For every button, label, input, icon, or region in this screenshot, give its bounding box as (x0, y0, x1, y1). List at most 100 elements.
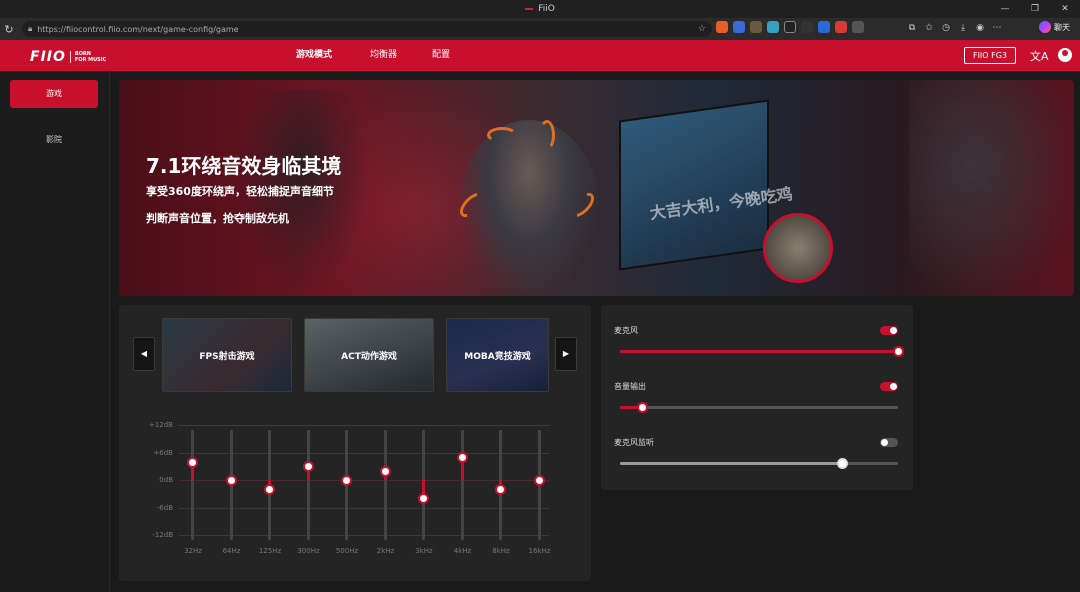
address-bar[interactable]: 🔒︎ https://fiiocontrol.fiio.com/next/gam… (22, 21, 712, 37)
eq-band-track[interactable] (306, 430, 310, 540)
arrow-left-icon: ◀ (140, 349, 148, 358)
download-icon[interactable]: ⤓ (957, 21, 969, 35)
mode-card-label: FPS射击游戏 (199, 351, 255, 362)
eq-db-label: 0dB (159, 476, 173, 484)
favorites-icon[interactable]: ✩ (923, 21, 935, 35)
slider-fill (620, 350, 898, 353)
extension-icon[interactable] (750, 21, 762, 33)
audio-controls-panel: 麦克风 音量输出 麦克风监听 (601, 305, 913, 490)
window-controls: — ❐ ✕ (990, 0, 1080, 18)
control-toggle[interactable] (880, 438, 898, 447)
extension-icon[interactable] (716, 21, 728, 33)
chat-button[interactable]: 聊天 (1039, 21, 1070, 33)
close-icon[interactable]: ✕ (1050, 0, 1080, 18)
eq-band-knob[interactable] (264, 484, 275, 496)
restore-icon[interactable]: ❐ (1020, 0, 1050, 18)
user-icon[interactable] (1058, 48, 1072, 62)
eq-band-knob[interactable] (379, 465, 391, 477)
profile-icon[interactable]: ◉ (974, 21, 986, 35)
eq-gridline (179, 452, 549, 454)
nav-config[interactable]: 配置 (432, 40, 450, 71)
eq-db-label: -12dB (152, 531, 173, 539)
extension-icon[interactable] (835, 21, 847, 33)
extension-icon[interactable] (767, 21, 779, 33)
eq-freq-label: 4kHz (453, 547, 472, 555)
arrow-right-icon: ▶ (562, 349, 570, 358)
extension-icon[interactable] (818, 21, 830, 33)
star-icon[interactable]: ☆ (698, 24, 706, 34)
eq-band-knob[interactable] (341, 475, 352, 486)
extension-icon[interactable] (852, 21, 864, 33)
eq-band-track[interactable] (191, 430, 194, 540)
sidebar-item-game[interactable]: 游戏 (10, 80, 98, 108)
eq-freq-label: 64Hz (222, 547, 241, 555)
history-icon[interactable]: ◷ (940, 21, 952, 35)
control-slider[interactable] (620, 458, 898, 469)
eq-band-knob[interactable] (495, 484, 506, 496)
eq-band-knob[interactable] (187, 456, 198, 468)
prev-button[interactable]: ◀ (133, 337, 155, 371)
banner-line-1: 享受360度环绕声，轻松捕捉声音细节 (146, 185, 334, 198)
sound-wave-icon (539, 120, 555, 150)
eq-band-knob[interactable] (418, 493, 429, 505)
logo-tagline: BORN FOR MUSIC (75, 51, 106, 63)
eq-freq-label: 300Hz (297, 547, 320, 555)
eq-freq-label: 3kHz (415, 547, 433, 555)
copilot-icon (1039, 21, 1051, 33)
control-label: 麦克风监听 (614, 438, 654, 447)
browser-toolbar: ↻ 🔒︎ https://fiiocontrol.fiio.com/next/g… (0, 18, 1080, 40)
nav-equalizer[interactable]: 均衡器 (370, 40, 397, 71)
extension-icon[interactable] (784, 21, 796, 33)
mode-card-label: MOBA竞技游戏 (464, 351, 531, 362)
mode-card-act[interactable]: ACT动作游戏 (304, 318, 434, 392)
more-icon[interactable]: ⋯ (991, 21, 1003, 35)
eq-freq-label: 125Hz (258, 547, 282, 555)
game-badge-image (763, 213, 833, 283)
extension-icon[interactable] (801, 21, 813, 33)
chat-label: 聊天 (1054, 22, 1070, 32)
fiio-logo: FIIO BORN FOR MUSIC (30, 49, 106, 65)
minimize-icon[interactable]: — (990, 0, 1020, 18)
sidebar-item-cinema[interactable]: 影院 (10, 126, 98, 154)
slider-fill (620, 462, 843, 465)
device-button[interactable]: FIIO FG3 (964, 47, 1016, 64)
eq-band-track[interactable] (383, 430, 387, 540)
logo-text: FIIO (30, 49, 66, 65)
mode-card-moba[interactable]: MOBA竞技游戏 (446, 318, 549, 392)
main-content: 大吉大利，今晚吃鸡 7.1环绕音效身临其境 享受360度环绕声，轻松捕捉声音细节… (110, 71, 1080, 592)
slider-knob[interactable] (637, 402, 649, 413)
reload-icon[interactable]: ↻ (0, 23, 18, 36)
monitor-image (619, 99, 769, 271)
logo-divider (69, 51, 71, 63)
control-slider[interactable] (620, 346, 904, 357)
eq-band-knob[interactable] (302, 461, 314, 473)
translate-icon[interactable]: 文A (1030, 48, 1049, 64)
eq-band-track[interactable] (460, 430, 464, 540)
app-header: FIIO BORN FOR MUSIC 游戏模式 均衡器 配置 FIIO FG3… (0, 40, 1080, 71)
banner-line-2: 判断声音位置，抢夺制敌先机 (146, 212, 289, 225)
extension-icon[interactable] (733, 21, 745, 33)
mode-card-fps[interactable]: FPS射击游戏 (162, 318, 292, 392)
window-titlebar: FiiO — ❐ ✕ (0, 0, 1080, 18)
mode-card-label: ACT动作游戏 (341, 351, 397, 362)
toggle-knob (890, 327, 897, 334)
eq-band-knob[interactable] (533, 475, 545, 486)
eq-gridline (179, 535, 549, 536)
eq-band-knob[interactable] (225, 475, 237, 486)
control-label: 音量输出 (614, 382, 646, 391)
slider-knob[interactable] (837, 458, 849, 469)
eq-freq-label: 500Hz (335, 547, 359, 555)
eq-freq-label: 8kHz (492, 547, 510, 555)
eq-db-label: +12dB (148, 421, 173, 429)
eq-band-knob[interactable] (456, 452, 468, 464)
nav-game-mode[interactable]: 游戏模式 (296, 40, 332, 71)
control-toggle[interactable] (880, 382, 898, 391)
slider-knob[interactable] (893, 346, 904, 357)
next-button[interactable]: ▶ (555, 337, 577, 371)
logo-tagline-2: FOR MUSIC (74, 57, 107, 63)
toggle-knob (881, 439, 888, 446)
split-screen-icon[interactable]: ⧉ (906, 21, 918, 35)
eq-freq-label: 2kHz (376, 547, 395, 555)
control-toggle[interactable] (880, 326, 898, 335)
control-slider[interactable] (620, 402, 898, 413)
